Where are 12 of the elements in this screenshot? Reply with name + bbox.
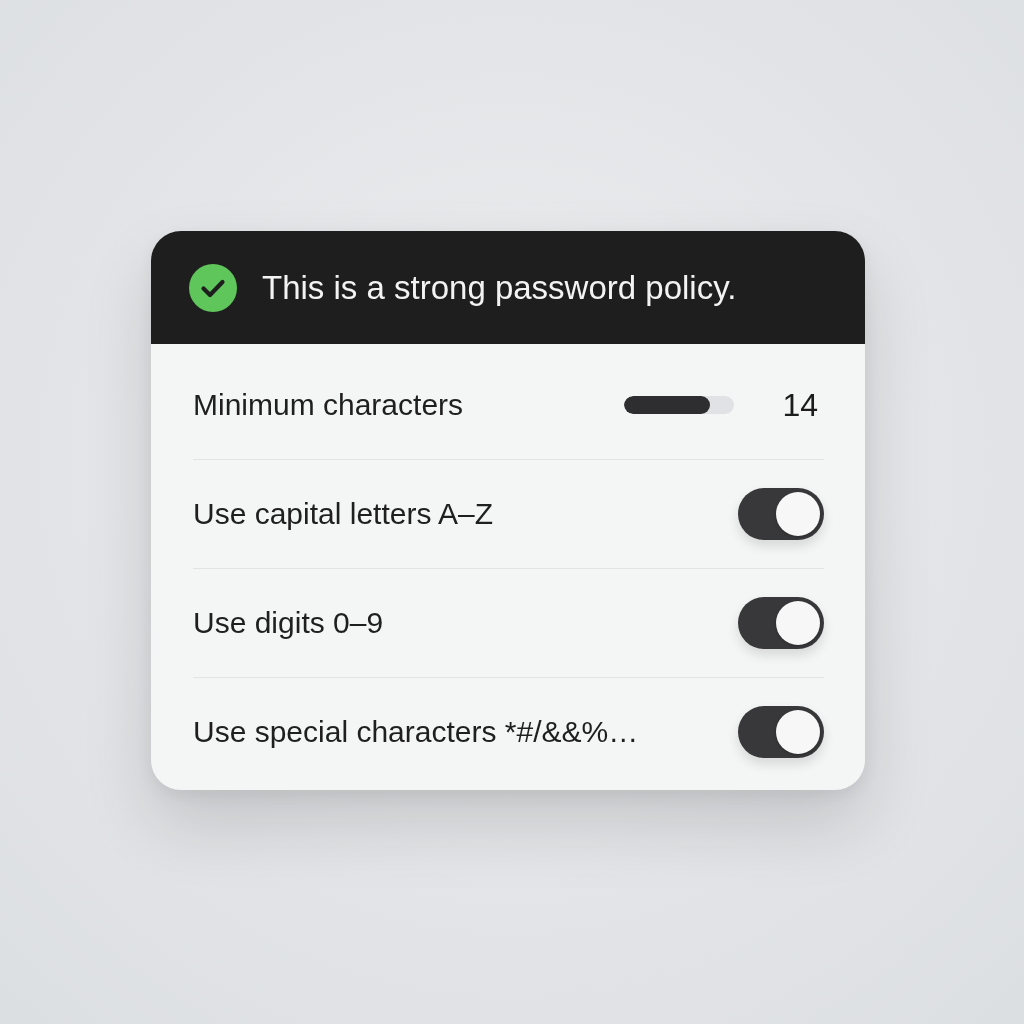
toggle-switch[interactable] <box>738 706 824 758</box>
slider-track[interactable] <box>624 396 735 414</box>
check-circle-icon <box>189 263 237 312</box>
setting-label: Use capital letters A–Z <box>193 497 494 531</box>
slider-value: 14 <box>782 386 818 424</box>
banner-message: This is a strong password policy. <box>262 268 737 307</box>
slider-fill[interactable] <box>624 396 711 414</box>
toggle-switch[interactable] <box>738 488 824 540</box>
setting-label: Use special characters *#/&&%… <box>193 715 639 749</box>
toggle-switch[interactable] <box>738 597 824 649</box>
setting-label: Use digits 0–9 <box>193 606 384 640</box>
setting-label: Minimum characters <box>193 388 464 422</box>
